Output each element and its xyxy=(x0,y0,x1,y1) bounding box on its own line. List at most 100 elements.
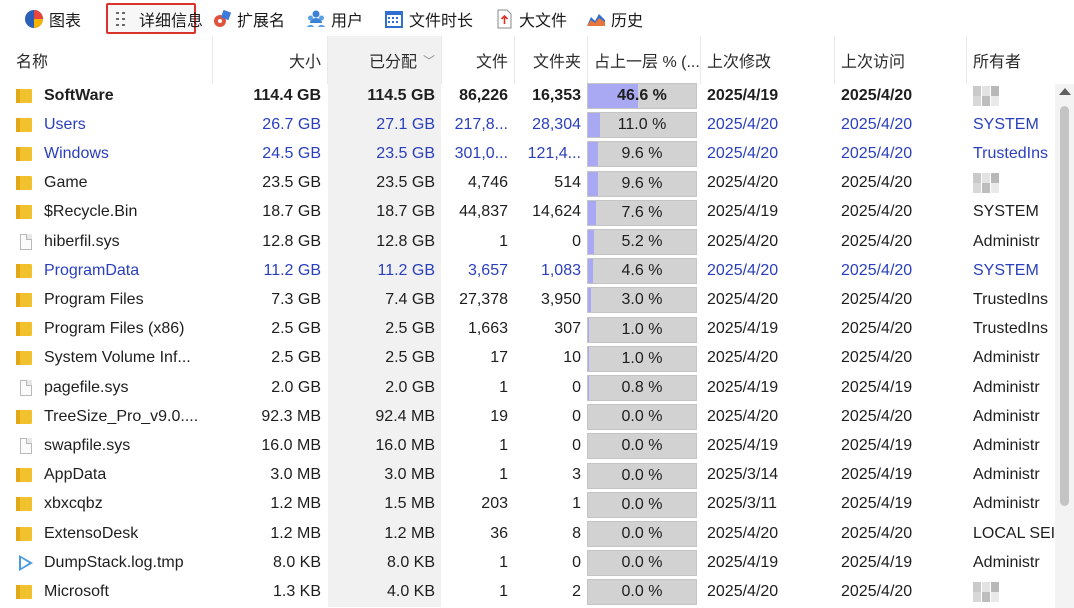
size-cell: 3.0 MB xyxy=(270,466,321,484)
name-cell[interactable]: Windows xyxy=(10,139,212,168)
name-cell[interactable]: $Recycle.Bin xyxy=(10,198,212,227)
column-header-percent[interactable]: 占上一层 % (... xyxy=(588,36,700,84)
name-cell[interactable]: SoftWare xyxy=(10,81,212,110)
percent-text: 0.0 % xyxy=(621,554,663,572)
column-header-accessed[interactable]: 上次访问 xyxy=(835,36,966,84)
name-cell[interactable]: Microsoft xyxy=(10,577,212,606)
column-header-allocated[interactable]: 已分配 ﹀ xyxy=(328,36,441,84)
name-cell[interactable]: ProgramData xyxy=(10,256,212,285)
name-cell[interactable]: hiberfil.sys xyxy=(10,227,212,256)
accessed-cell: 2025/4/20 xyxy=(841,174,913,192)
name-cell[interactable]: Program Files (x86) xyxy=(10,315,212,344)
name-cell[interactable]: System Volume Inf... xyxy=(10,344,212,373)
item-name: ExtensoDesk xyxy=(44,524,139,542)
scroll-up-arrow-icon[interactable] xyxy=(1059,88,1071,95)
allocated-cell: 12.8 GB xyxy=(376,232,435,250)
table-row[interactable]: $Recycle.Bin 18.7 GB 18.7 GB 44,837 14,624 20… xyxy=(10,197,1074,227)
folders-cell: 2 xyxy=(572,582,581,600)
column-header-modified[interactable]: 上次修改 xyxy=(701,36,834,84)
owner-cell: Administr xyxy=(973,232,1040,250)
table-row[interactable]: Program Files 7.3 GB 7.4 GB 27,378 3,950 2025… xyxy=(10,285,1074,315)
table-row[interactable]: hiberfil.sys 12.8 GB 12.8 GB 1 0 2025/4/20 202… xyxy=(10,227,1074,257)
name-cell[interactable]: Program Files xyxy=(10,285,212,314)
table-row[interactable]: TreeSize_Pro_v9.0.... 92.3 MB 92.4 MB 19 0 20… xyxy=(10,402,1074,432)
folders-cell: 0 xyxy=(572,407,581,425)
tab-history[interactable]: 历史 xyxy=(580,3,650,34)
files-cell: 301,0... xyxy=(454,144,508,162)
files-cell: 1 xyxy=(499,466,508,484)
table-row[interactable]: DumpStack.log.tmp 8.0 KB 8.0 KB 1 0 2025/4/19… xyxy=(10,548,1074,578)
name-cell[interactable]: pagefile.sys xyxy=(10,373,212,402)
name-cell[interactable]: swapfile.sys xyxy=(10,431,212,460)
files-cell: 27,378 xyxy=(459,290,508,308)
column-header-label: 名称 xyxy=(16,54,49,71)
table-row[interactable]: System Volume Inf... 2.5 GB 2.5 GB 17 10 2025… xyxy=(10,343,1074,373)
modified-cell: 2025/4/20 xyxy=(707,261,779,279)
scrollbar-thumb[interactable] xyxy=(1060,106,1069,506)
file-icon xyxy=(16,232,36,252)
table-row[interactable]: xbxcqbz 1.2 MB 1.5 MB 203 1 2025/3/11 2025/4/1… xyxy=(10,489,1074,519)
calendar-icon xyxy=(384,9,404,29)
table-row[interactable]: Microsoft 1.3 KB 4.0 KB 1 2 2025/4/20 2025/4/2… xyxy=(10,577,1074,607)
name-cell[interactable]: AppData xyxy=(10,461,212,490)
table-row[interactable]: Game 23.5 GB 23.5 GB 4,746 514 2025/4/20 2025/… xyxy=(10,168,1074,198)
table-row[interactable]: ExtensoDesk 1.2 MB 1.2 MB 36 8 2025/4/20 2025/… xyxy=(10,519,1074,549)
size-cell: 18.7 GB xyxy=(262,203,321,221)
table-row[interactable]: Program Files (x86) 2.5 GB 2.5 GB 1,663 307 2… xyxy=(10,314,1074,344)
tab-big-files[interactable]: 大文件 xyxy=(488,3,574,34)
item-name: ProgramData xyxy=(44,261,140,279)
column-header-size[interactable]: 大小 xyxy=(213,36,327,84)
percent-text: 0.0 % xyxy=(621,437,663,455)
column-header-name[interactable]: 名称 xyxy=(10,36,212,84)
table-row[interactable]: ProgramData 11.2 GB 11.2 GB 3,657 1,083 2025/… xyxy=(10,256,1074,286)
size-cell: 26.7 GB xyxy=(262,115,321,133)
files-cell: 1 xyxy=(499,378,508,396)
percent-bar: 0.0 % xyxy=(587,462,697,489)
tab-label: 扩展名 xyxy=(237,12,286,30)
history-chart-icon xyxy=(586,9,606,29)
files-cell: 19 xyxy=(490,407,508,425)
tab-details[interactable]: 详细信息 xyxy=(106,3,203,34)
vertical-scrollbar[interactable] xyxy=(1055,84,1074,608)
file-icon xyxy=(16,436,36,456)
name-cell[interactable]: TreeSize_Pro_v9.0.... xyxy=(10,402,212,431)
size-cell: 1.3 KB xyxy=(272,582,321,600)
percent-bar: 9.6 % xyxy=(587,170,697,197)
accessed-cell: 2025/4/20 xyxy=(841,524,913,542)
column-header-owner[interactable]: 所有者 xyxy=(967,36,1057,84)
table-row[interactable]: Windows 24.5 GB 23.5 GB 301,0... 121,4... 202… xyxy=(10,139,1074,169)
allocated-cell: 2.5 GB xyxy=(385,349,435,367)
owner-cell: TrustedIns xyxy=(973,144,1048,162)
tab-chart[interactable]: 图表 xyxy=(18,3,92,34)
percent-text: 1.0 % xyxy=(621,349,663,367)
tab-extensions[interactable]: 扩展名 xyxy=(206,3,294,34)
name-cell[interactable]: Users xyxy=(10,110,212,139)
owner-cell: Administr xyxy=(973,466,1040,484)
users-icon xyxy=(306,9,326,29)
percent-bar: 5.2 % xyxy=(587,229,697,255)
modified-cell: 2025/4/20 xyxy=(707,232,779,250)
folders-cell: 3,950 xyxy=(540,290,581,308)
name-cell[interactable]: xbxcqbz xyxy=(10,490,212,519)
allocated-cell: 1.2 MB xyxy=(384,524,435,542)
percent-bar: 0.0 % xyxy=(587,550,697,577)
percent-text: 3.0 % xyxy=(621,291,663,309)
table-row[interactable]: SoftWare 114.4 GB 114.5 GB 86,226 16,353 2025… xyxy=(10,81,1074,111)
column-header-folders[interactable]: 文件夹 xyxy=(515,36,587,84)
name-cell[interactable]: Game xyxy=(10,169,212,198)
percent-text: 0.0 % xyxy=(621,408,663,426)
table-row[interactable]: AppData 3.0 MB 3.0 MB 1 3 2025/3/14 2025/4/19 A… xyxy=(10,460,1074,490)
owner-cell: Administr xyxy=(973,495,1040,513)
name-cell[interactable]: DumpStack.log.tmp xyxy=(10,548,212,577)
folders-cell: 14,624 xyxy=(532,203,581,221)
item-name: Program Files (x86) xyxy=(44,320,185,338)
table-row[interactable]: pagefile.sys 2.0 GB 2.0 GB 1 0 2025/4/19 2025/… xyxy=(10,373,1074,403)
accessed-cell: 2025/4/20 xyxy=(841,407,913,425)
percent-bar: 0.0 % xyxy=(587,433,697,460)
tab-file-age[interactable]: 文件时长 xyxy=(378,3,482,34)
tab-users[interactable]: 用户 xyxy=(300,3,372,34)
name-cell[interactable]: ExtensoDesk xyxy=(10,519,212,548)
table-row[interactable]: Users 26.7 GB 27.1 GB 217,8... 28,304 2025/4/… xyxy=(10,110,1074,140)
table-row[interactable]: swapfile.sys 16.0 MB 16.0 MB 1 0 2025/4/19 202… xyxy=(10,431,1074,461)
column-header-files[interactable]: 文件 xyxy=(442,36,514,84)
